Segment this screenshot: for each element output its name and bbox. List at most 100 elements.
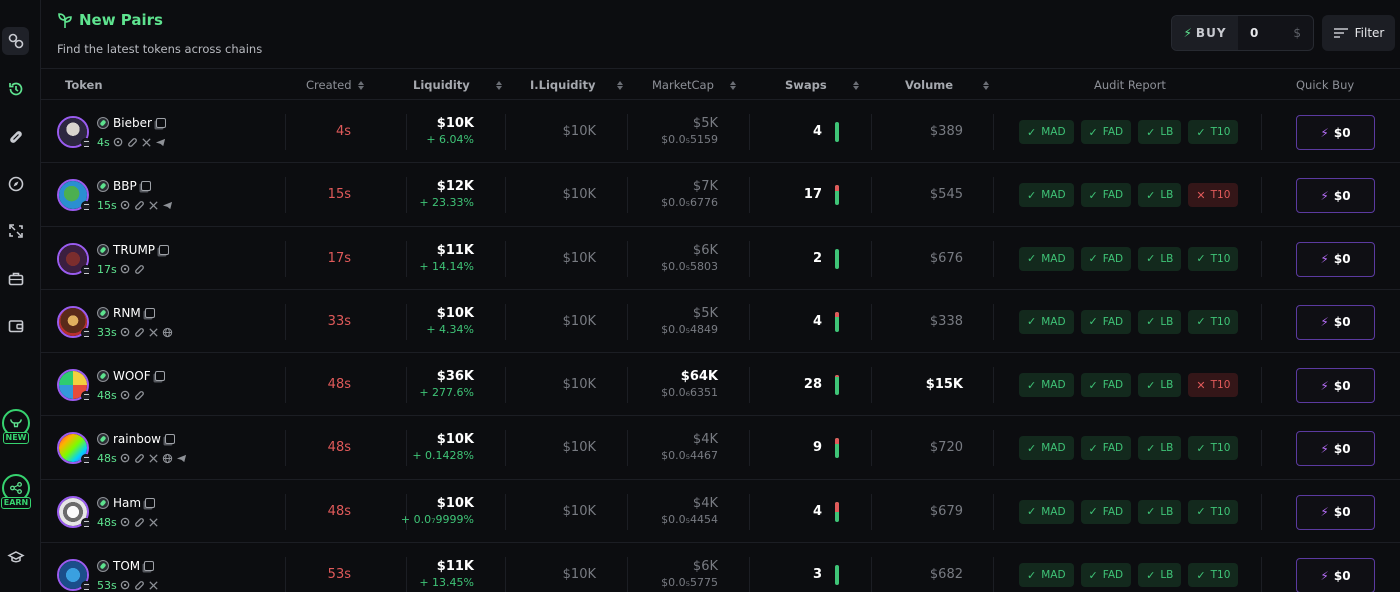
token-name-group: RNM xyxy=(97,306,155,320)
quick-buy-button[interactable]: ⚡ $0 xyxy=(1296,304,1375,340)
x-logo-icon[interactable] xyxy=(148,517,159,528)
search-icon[interactable] xyxy=(120,200,131,211)
copy-icon[interactable] xyxy=(145,497,156,508)
telegram-icon[interactable] xyxy=(162,200,173,211)
quick-buy-button[interactable]: ⚡ $0 xyxy=(1296,368,1375,404)
x-logo-icon[interactable] xyxy=(148,453,159,464)
link-icon[interactable] xyxy=(134,327,145,338)
wallet-icon[interactable] xyxy=(2,312,29,340)
token-price: $0.0₅6776 xyxy=(661,196,718,210)
buy-toggle[interactable]: ⚡ BUY xyxy=(1172,16,1238,50)
search-icon[interactable] xyxy=(120,453,131,464)
check-icon: ✓ xyxy=(1088,505,1098,519)
swap-icon[interactable] xyxy=(2,217,29,245)
quick-buy-button[interactable]: ⚡ $0 xyxy=(1296,558,1375,592)
divider xyxy=(505,493,506,530)
token-name[interactable]: BBP xyxy=(113,179,137,193)
copy-icon[interactable] xyxy=(144,561,155,572)
table-row[interactable]: RNM 33s 33s $10K + 4.34% $10K $5K $0.0₅4… xyxy=(41,290,1400,354)
x-logo-icon[interactable] xyxy=(141,137,152,148)
quick-buy-button[interactable]: ⚡ $0 xyxy=(1296,431,1375,467)
x-logo-icon[interactable] xyxy=(148,200,159,211)
pill-icon xyxy=(97,433,109,446)
col-initial-liquidity[interactable]: I.Liquidity xyxy=(530,78,624,92)
menu-badge-icon xyxy=(81,581,91,592)
quick-buy-button[interactable]: ⚡ $0 xyxy=(1296,178,1375,214)
audit-badge: ✓ FAD xyxy=(1080,309,1132,334)
briefcase-icon[interactable] xyxy=(2,265,29,293)
compass-icon[interactable] xyxy=(2,170,29,198)
quick-buy-button[interactable]: ⚡ $0 xyxy=(1296,241,1375,277)
table-row[interactable]: Ham 48s 48s $10K + 0.0₇9999% $10K $4K $0… xyxy=(41,480,1400,544)
table-row[interactable]: rainbow 48s 48s $10K + 0.1428% $10K $4K … xyxy=(41,416,1400,480)
market-cap-value: $7K xyxy=(692,179,718,195)
token-name[interactable]: WOOF xyxy=(113,369,151,383)
divider xyxy=(285,303,286,340)
search-icon[interactable] xyxy=(120,327,131,338)
bolt-icon: ⚡ xyxy=(1320,378,1329,393)
token-name[interactable]: rainbow xyxy=(113,432,161,446)
copy-icon[interactable] xyxy=(159,244,170,255)
buy-amount-input[interactable]: 0 xyxy=(1238,26,1293,40)
globe-icon[interactable] xyxy=(162,453,173,464)
table-row[interactable]: BBP 15s 15s $12K + 23.33% $10K $7K $0.0₅… xyxy=(41,163,1400,227)
x-logo-icon[interactable] xyxy=(148,327,159,338)
check-icon: ✓ xyxy=(1196,505,1206,519)
token-meta: 15s xyxy=(97,199,173,212)
filter-button[interactable]: Filter xyxy=(1322,15,1395,51)
check-icon: ✓ xyxy=(1196,315,1206,329)
link-icon[interactable] xyxy=(134,453,145,464)
quick-buy-button[interactable]: ⚡ $0 xyxy=(1296,115,1375,150)
quick-buy-button[interactable]: ⚡ $0 xyxy=(1296,494,1375,530)
table-row[interactable]: WOOF 48s 48s $36K + 277.6% $10K $64K $0.… xyxy=(41,353,1400,417)
table-row[interactable]: TOM 53s 53s $11K + 13.45% $10K $6K $0.0₅… xyxy=(41,543,1400,592)
col-market-cap[interactable]: MarketCap xyxy=(652,78,736,92)
search-icon[interactable] xyxy=(120,390,131,401)
telegram-icon[interactable] xyxy=(155,137,166,148)
search-icon[interactable] xyxy=(120,580,131,591)
search-icon[interactable] xyxy=(113,137,124,148)
filter-label: Filter xyxy=(1354,26,1385,40)
token-name[interactable]: Bieber xyxy=(113,116,152,130)
sort-icon xyxy=(852,80,859,90)
copy-icon[interactable] xyxy=(155,118,166,128)
copy-icon[interactable] xyxy=(165,434,175,445)
search-icon[interactable] xyxy=(120,264,131,275)
telegram-icon[interactable] xyxy=(176,453,187,464)
col-volume[interactable]: Volume xyxy=(905,78,990,92)
link-icon[interactable] xyxy=(134,200,145,211)
link-icon[interactable] xyxy=(2,27,29,55)
table-row[interactable]: TRUMP 17s 17s $11K + 14.14% $10K $6K $0.… xyxy=(41,227,1400,290)
link-icon[interactable] xyxy=(134,264,145,275)
audit-badge: ✓ LB xyxy=(1138,436,1182,461)
buy-sell-bar xyxy=(835,311,839,332)
copy-icon[interactable] xyxy=(140,181,151,192)
earn-promo-button[interactable]: EARN xyxy=(0,474,32,516)
graduation-cap-icon[interactable] xyxy=(2,543,29,571)
token-name[interactable]: TOM xyxy=(113,559,140,573)
bolt-icon: ⚡ xyxy=(1320,505,1329,520)
x-logo-icon[interactable] xyxy=(148,580,159,591)
col-created[interactable]: Created xyxy=(306,78,364,92)
cross-icon: ✕ xyxy=(1196,378,1206,392)
token-meta: 48s xyxy=(97,516,159,529)
link-icon[interactable] xyxy=(134,517,145,528)
token-name[interactable]: Ham xyxy=(113,496,141,510)
token-name[interactable]: RNM xyxy=(113,306,141,320)
copy-icon[interactable] xyxy=(154,371,165,382)
token-price: $0.0₅4467 xyxy=(661,449,718,463)
link-icon[interactable] xyxy=(127,137,138,148)
token-name[interactable]: TRUMP xyxy=(113,243,155,257)
divider xyxy=(993,303,994,340)
globe-icon[interactable] xyxy=(162,327,173,338)
col-swaps[interactable]: Swaps xyxy=(785,78,859,92)
copy-icon[interactable] xyxy=(144,307,155,318)
new-promo-button[interactable]: NEW xyxy=(0,409,32,451)
link-icon[interactable] xyxy=(134,580,145,591)
link-icon[interactable] xyxy=(134,390,145,401)
table-row[interactable]: Bieber 4s 4s $10K + 6.04% $10K $5K $0.0₅… xyxy=(41,100,1400,164)
history-icon[interactable] xyxy=(2,75,29,103)
search-icon[interactable] xyxy=(120,517,131,528)
col-liquidity[interactable]: Liquidity xyxy=(413,78,502,92)
pill-icon[interactable] xyxy=(2,123,29,151)
